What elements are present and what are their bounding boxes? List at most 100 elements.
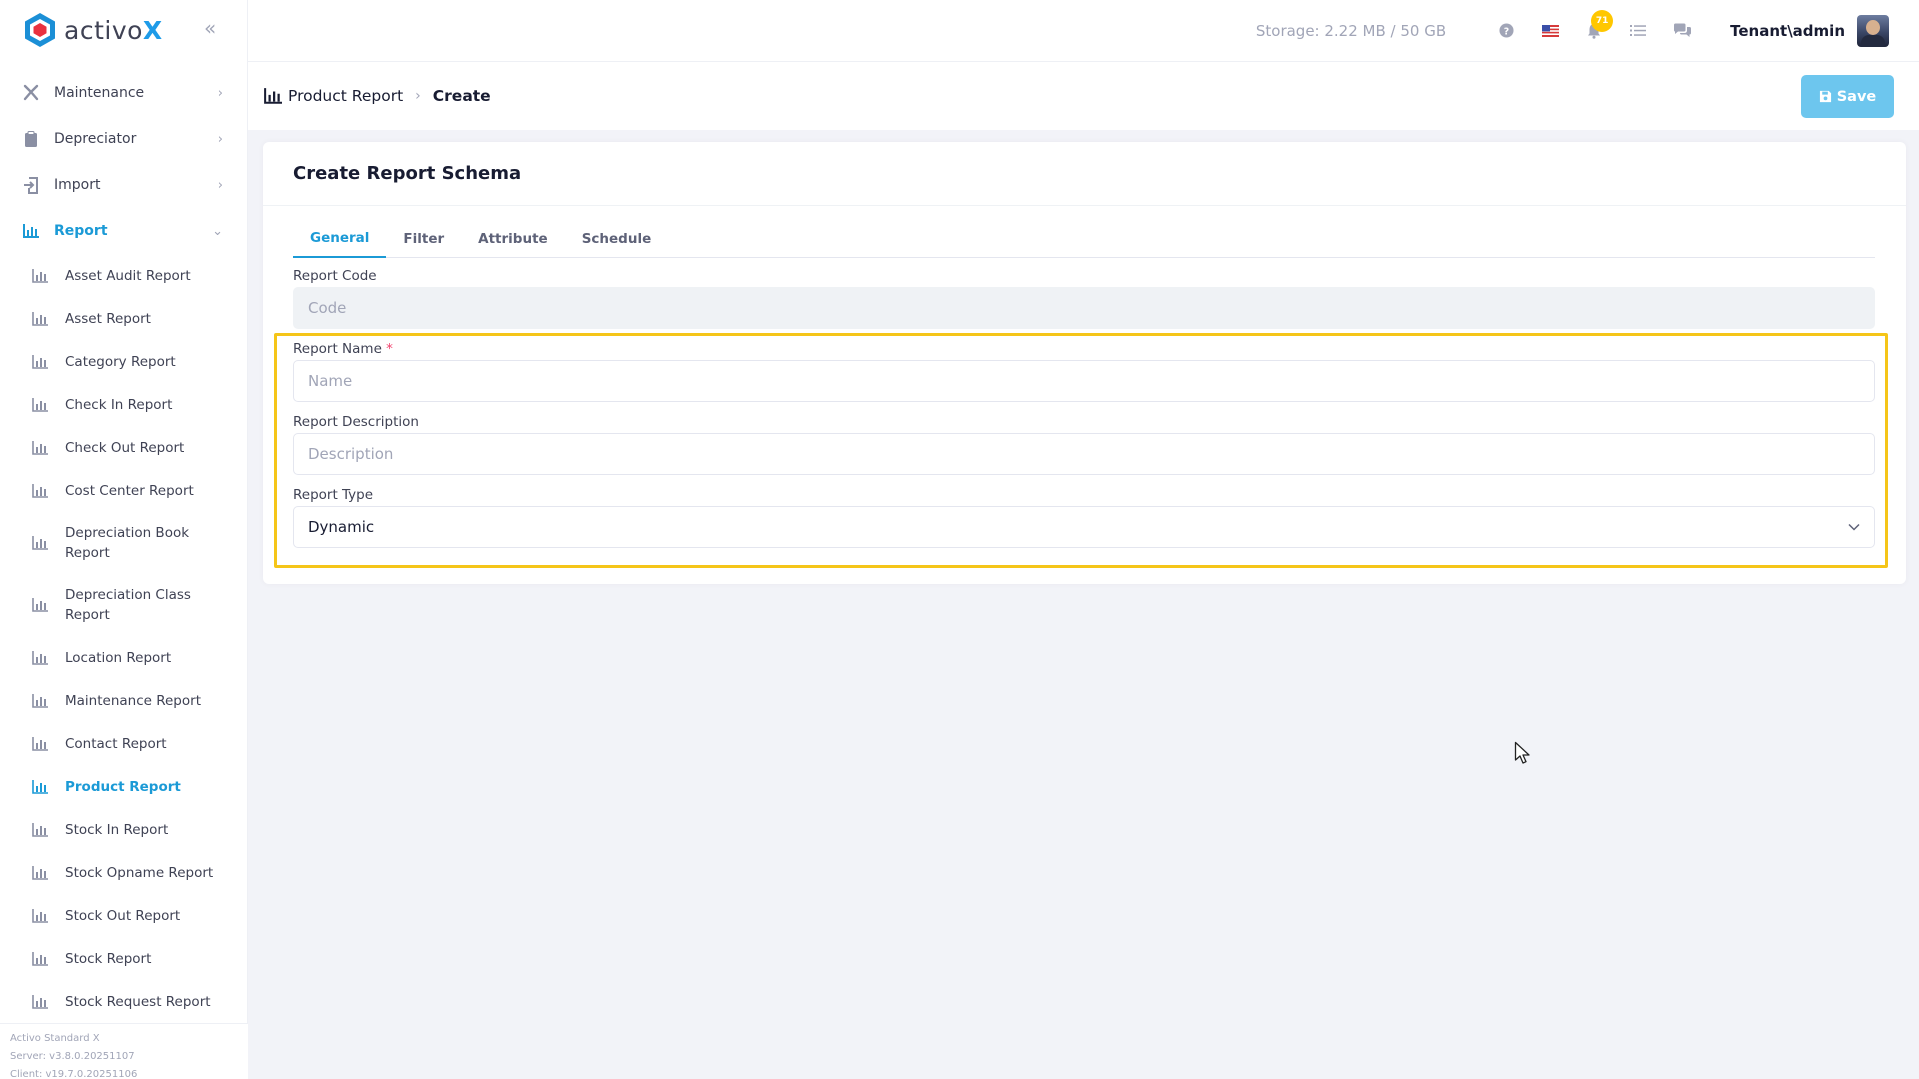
sidebar-item-check-in-report[interactable]: Check In Report <box>0 383 247 426</box>
tab-general[interactable]: General <box>293 220 387 258</box>
sidebar-item-label: Location Report <box>65 649 172 666</box>
svg-text:?: ? <box>1503 26 1508 37</box>
activox-logo-icon <box>25 13 55 47</box>
sidebar-item-label: Contact Report <box>65 735 167 752</box>
breadcrumb-product-report[interactable]: Product Report <box>288 87 403 105</box>
sidebar-item-label: Cost Center Report <box>65 482 194 499</box>
sidebar-item-label: Stock Request Report <box>65 993 211 1010</box>
sidebar-item-stock-in-report[interactable]: Stock In Report <box>0 808 247 851</box>
mouse-cursor-icon <box>1514 741 1530 764</box>
save-button[interactable]: Save <box>1801 75 1894 118</box>
report-type-value: Dynamic <box>308 518 375 536</box>
sidebar-item-cost-center-report[interactable]: Cost Center Report <box>0 469 247 512</box>
sidebar-item-label: Stock Report <box>65 950 152 967</box>
chart-icon <box>32 536 48 550</box>
required-mark: * <box>386 341 393 357</box>
chart-icon <box>32 951 48 966</box>
chart-icon <box>264 88 282 104</box>
sidebar-item-report[interactable]: Report ⌄ <box>0 208 247 254</box>
chart-icon <box>32 440 48 455</box>
notification-count-badge: 71 <box>1591 9 1614 32</box>
sidebar-item-category-report[interactable]: Category Report <box>0 340 247 383</box>
client-version-text: Client: v19.7.0.20251106 <box>10 1069 138 1079</box>
report-type-label: Report Type <box>293 487 374 503</box>
sidebar-item-label: Report <box>54 223 108 239</box>
brand: activoX « <box>0 0 247 60</box>
chart-icon <box>32 397 48 412</box>
sidebar-item-depreciation-class-report[interactable]: Depreciation Class Report <box>0 574 247 636</box>
report-description-input[interactable] <box>293 433 1875 475</box>
tab-schedule[interactable]: Schedule <box>565 220 669 258</box>
sidebar-item-label: Stock Out Report <box>65 907 181 924</box>
report-name-input[interactable] <box>293 360 1875 402</box>
sidebar-item-asset-report[interactable]: Asset Report <box>0 297 247 340</box>
us-flag-icon[interactable] <box>1539 20 1561 42</box>
chart-icon <box>32 736 48 751</box>
user-name[interactable]: Tenant\admin <box>1730 22 1845 40</box>
report-submenu: Asset Audit Report Asset Report Category… <box>0 254 247 1023</box>
server-version-text: Server: v3.8.0.20251107 <box>10 1051 135 1062</box>
sidebar-item-label: Asset Report <box>65 310 151 327</box>
task-list-icon[interactable] <box>1627 20 1649 42</box>
breadcrumb-current: Create <box>432 87 491 105</box>
report-name-label-text: Report Name <box>293 341 382 357</box>
sidebar-item-import[interactable]: Import › <box>0 162 247 208</box>
save-button-label: Save <box>1836 88 1877 105</box>
sidebar-item-maintenance[interactable]: Maintenance › <box>0 70 247 116</box>
tools-icon <box>22 84 40 102</box>
collapse-sidebar-icon[interactable]: « <box>204 16 216 40</box>
report-name-label: Report Name * <box>293 341 393 357</box>
edition-text: Activo Standard X <box>10 1033 100 1044</box>
chevron-right-icon: › <box>217 85 223 101</box>
chart-icon <box>32 865 48 880</box>
sidebar-item-product-report[interactable]: Product Report <box>0 765 247 808</box>
sidebar-item-stock-opname-report[interactable]: Stock Opname Report <box>0 851 247 894</box>
sidebar-item-label: Product Report <box>65 778 181 795</box>
sidebar-item-label: Stock Opname Report <box>65 864 214 881</box>
chart-icon <box>22 222 40 240</box>
chart-icon <box>32 650 48 665</box>
sidebar-item-depreciation-book-report[interactable]: Depreciation Book Report <box>0 512 247 574</box>
card-header: Create Report Schema <box>263 142 1906 206</box>
sidebar-item-contact-report[interactable]: Contact Report <box>0 722 247 765</box>
report-type-select[interactable]: Dynamic <box>293 506 1875 548</box>
avatar[interactable] <box>1857 14 1889 47</box>
chart-icon <box>32 822 48 837</box>
help-icon[interactable]: ? <box>1495 20 1517 42</box>
sidebar-item-label: Category Report <box>65 353 176 370</box>
sidebar-item-label: Depreciation Class Report <box>65 587 191 623</box>
chart-icon <box>32 354 48 369</box>
sidebar-item-label: Check Out Report <box>65 439 185 456</box>
tab-filter[interactable]: Filter <box>386 220 461 258</box>
sidebar-item-depreciator[interactable]: Depreciator › <box>0 116 247 162</box>
sidebar-item-maintenance-report[interactable]: Maintenance Report <box>0 679 247 722</box>
sidebar-item-stock-report[interactable]: Stock Report <box>0 937 247 980</box>
floppy-disk-icon <box>1819 90 1831 103</box>
create-report-card: Create Report Schema General Filter Attr… <box>263 142 1906 584</box>
report-description-label: Report Description <box>293 414 419 430</box>
report-code-label: Report Code <box>293 268 377 284</box>
report-code-input <box>293 287 1875 329</box>
chevron-down-icon: ⌄ <box>212 223 223 239</box>
chart-icon <box>32 693 48 708</box>
storage-usage: Storage: 2.22 MB / 50 GB <box>1255 21 1447 40</box>
sidebar-item-label: Import <box>54 177 101 193</box>
sidebar-item-check-out-report[interactable]: Check Out Report <box>0 426 247 469</box>
sidebar-item-asset-audit-report[interactable]: Asset Audit Report <box>0 254 247 297</box>
sidebar-item-stock-out-report[interactable]: Stock Out Report <box>0 894 247 937</box>
subheader: Product Report › Create Save <box>248 62 1919 130</box>
chevron-right-icon: › <box>415 88 421 104</box>
tab-attribute[interactable]: Attribute <box>461 220 565 258</box>
chart-icon <box>32 268 48 283</box>
sidebar-item-label: Depreciation Book Report <box>65 525 190 561</box>
sidebar-item-label: Asset Audit Report <box>65 267 191 284</box>
chevron-down-icon <box>1848 523 1860 531</box>
sidebar-item-stock-request-report[interactable]: Stock Request Report <box>0 980 247 1023</box>
sidebar: activoX « Maintenance › Depreciator › Im… <box>0 0 248 1079</box>
sidebar-item-label: Stock In Report <box>65 821 169 838</box>
sidebar-item-location-report[interactable]: Location Report <box>0 636 247 679</box>
bell-icon[interactable]: 71 <box>1583 9 1614 42</box>
chat-icon[interactable] <box>1671 20 1693 42</box>
sidebar-item-label: Maintenance Report <box>65 692 201 709</box>
version-info: Activo Standard X Server: v3.8.0.2025110… <box>0 1023 248 1079</box>
